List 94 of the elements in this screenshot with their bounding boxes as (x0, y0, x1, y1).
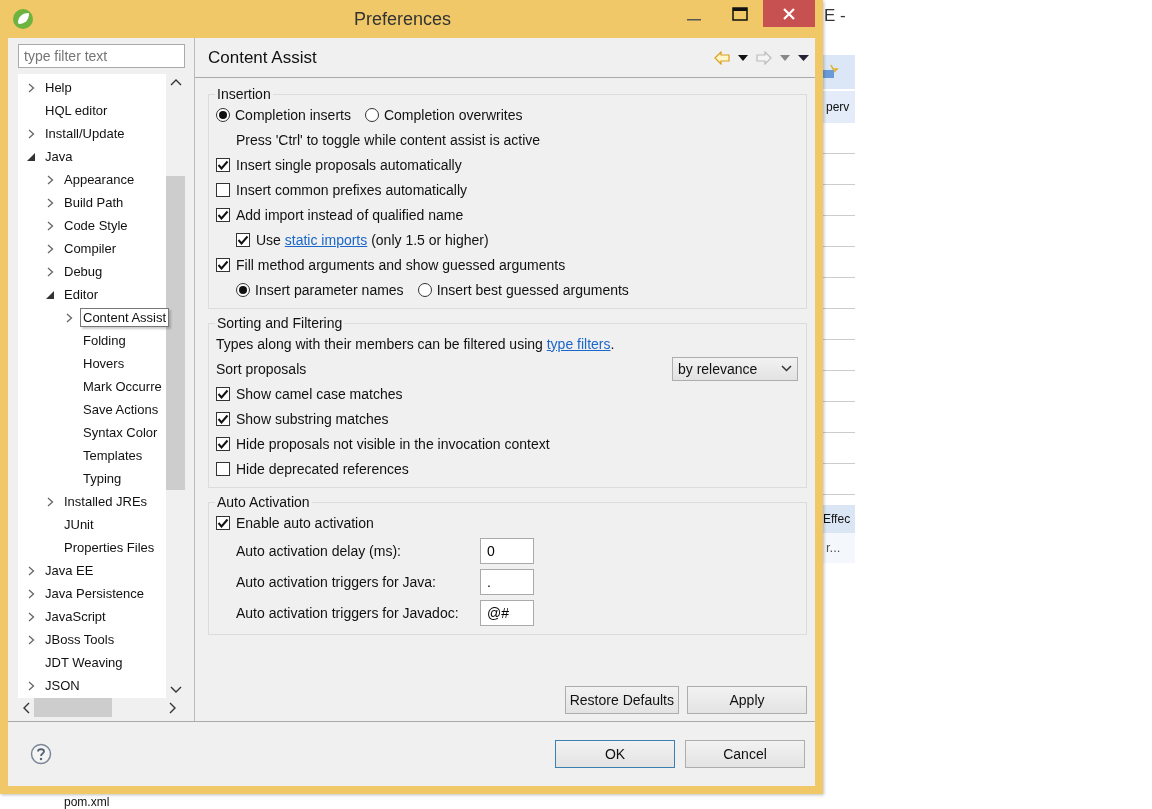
tree-item[interactable]: Folding (80, 331, 129, 350)
file-item[interactable]: pom.xml (64, 795, 110, 809)
group-title: Insertion (216, 86, 272, 102)
checkbox[interactable] (216, 515, 230, 530)
checkbox[interactable] (216, 257, 230, 272)
view-menu-icon[interactable] (798, 55, 809, 61)
window-title: E - (823, 6, 847, 27)
checkbox-label[interactable]: Add import instead of qualified name (236, 206, 464, 223)
checkbox-label[interactable]: Insert single proposals automatically (236, 156, 462, 173)
checkbox-label[interactable]: Enable auto activation (236, 514, 374, 531)
dropdown-arrow-icon[interactable] (738, 55, 748, 61)
window-title: Preferences (352, 8, 453, 30)
tree-item[interactable]: Installed JREs (61, 492, 151, 511)
field-label: Auto activation triggers for Java: (236, 573, 437, 590)
checkbox[interactable] (216, 386, 230, 401)
radio-button[interactable] (417, 282, 432, 297)
tree-item[interactable]: Compiler (61, 239, 119, 258)
expanded-arrow-icon[interactable] (45, 289, 55, 300)
chevron-down-icon (781, 365, 792, 372)
sort-label: Sort proposals (216, 360, 307, 377)
tree-item[interactable]: Code Style (61, 216, 131, 235)
close-button[interactable] (763, 0, 815, 27)
tree-item[interactable]: Mark Occurre (80, 377, 165, 396)
apply-button[interactable]: Apply (687, 686, 807, 714)
group-title: Sorting and Filtering (216, 315, 344, 331)
checkbox-label[interactable]: Hide proposals not visible in the invocation context (236, 435, 550, 452)
tree-item[interactable]: Java EE (42, 561, 97, 580)
tree-item[interactable]: JSON (42, 676, 83, 695)
tree-item[interactable]: Templates (80, 446, 146, 465)
input-field[interactable]: 0 (480, 537, 534, 564)
checkbox-label[interactable]: Use static imports (only 1.5 or higher) (256, 231, 489, 248)
tree-item[interactable]: Debug (61, 262, 106, 281)
checkbox-label[interactable]: Show camel case matches (236, 385, 403, 402)
field-label: Auto activation triggers for Javadoc: (236, 604, 460, 621)
checkbox[interactable] (216, 182, 230, 197)
tree-item[interactable]: Help (42, 78, 75, 97)
tree-item[interactable]: Editor (61, 285, 101, 304)
restore-defaults-button[interactable]: Restore Defaults (564, 686, 679, 714)
type-filters-link[interactable]: type filters (546, 335, 611, 352)
toolbar-icon[interactable] (821, 64, 839, 80)
tree-item[interactable]: HQL editor (42, 101, 111, 120)
input-field[interactable]: @# (480, 599, 534, 626)
filter-field[interactable]: type filter text (18, 44, 185, 68)
tree-item[interactable]: Typing (80, 469, 125, 488)
checkbox-label[interactable]: Show substring matches (236, 410, 389, 427)
radio-button[interactable] (216, 107, 230, 122)
tree-item[interactable]: Java (42, 147, 76, 166)
panel-text: r... (821, 533, 855, 563)
hint-text: Press 'Ctrl' to toggle while content assist is active (236, 131, 541, 148)
ok-button[interactable]: OK (555, 740, 675, 768)
tree-item[interactable]: Java Persistence (42, 584, 147, 603)
checkbox[interactable] (236, 232, 250, 247)
tree-item[interactable]: Content Assist (80, 308, 170, 327)
static-imports-link[interactable]: static imports (284, 231, 368, 248)
tree-item[interactable]: JUnit (61, 515, 97, 534)
scroll-left-icon[interactable] (22, 701, 30, 714)
tab[interactable]: Effec (821, 505, 855, 533)
expanded-arrow-icon[interactable] (26, 151, 36, 162)
tree-item[interactable]: Hovers (80, 354, 128, 373)
tree-item[interactable]: Appearance (61, 170, 138, 189)
checkbox[interactable] (216, 157, 230, 172)
tree-item[interactable]: Properties Files (61, 538, 158, 557)
maximize-icon (732, 6, 748, 21)
tree-item[interactable]: JavaScript (42, 607, 109, 626)
checkbox-label[interactable]: Fill method arguments and show guessed arguments (236, 256, 566, 273)
checkbox[interactable] (216, 461, 230, 476)
checkbox-label[interactable]: Insert common prefixes automatically (236, 181, 468, 198)
tab[interactable]: perv (821, 91, 855, 123)
radio-button[interactable] (364, 107, 379, 122)
page-title: Content Assist (208, 48, 317, 68)
checkbox-label[interactable]: Hide deprecated references (236, 460, 409, 477)
tree-item[interactable]: Build Path (61, 193, 127, 212)
cancel-button[interactable]: Cancel (685, 740, 805, 768)
leaf-logo-icon (12, 8, 34, 30)
checkbox[interactable] (216, 207, 230, 222)
field-label: Auto activation delay (ms): (236, 542, 402, 559)
scroll-down-icon[interactable] (169, 686, 182, 694)
minimize-icon (687, 18, 701, 21)
tree-item[interactable]: Install/Update (42, 124, 128, 143)
tree-item[interactable]: Save Actions (80, 400, 162, 419)
tree-item[interactable]: JDT Weaving (42, 653, 126, 672)
checkbox[interactable] (216, 411, 230, 426)
close-icon (782, 6, 796, 21)
radio-button[interactable] (236, 282, 250, 297)
input-field[interactable]: . (480, 568, 534, 595)
scroll-right-icon[interactable] (169, 701, 177, 714)
tree-item[interactable]: JBoss Tools (42, 630, 118, 649)
group-title: Auto Activation (216, 494, 311, 510)
sort-dropdown[interactable]: by relevance (672, 356, 798, 381)
help-icon[interactable] (30, 743, 52, 765)
checkbox[interactable] (216, 436, 230, 451)
tree-item[interactable]: Syntax Color (80, 423, 161, 442)
scroll-up-icon[interactable] (169, 78, 182, 86)
info-text: Types along with their members can be filtered using type filters. (216, 335, 615, 352)
